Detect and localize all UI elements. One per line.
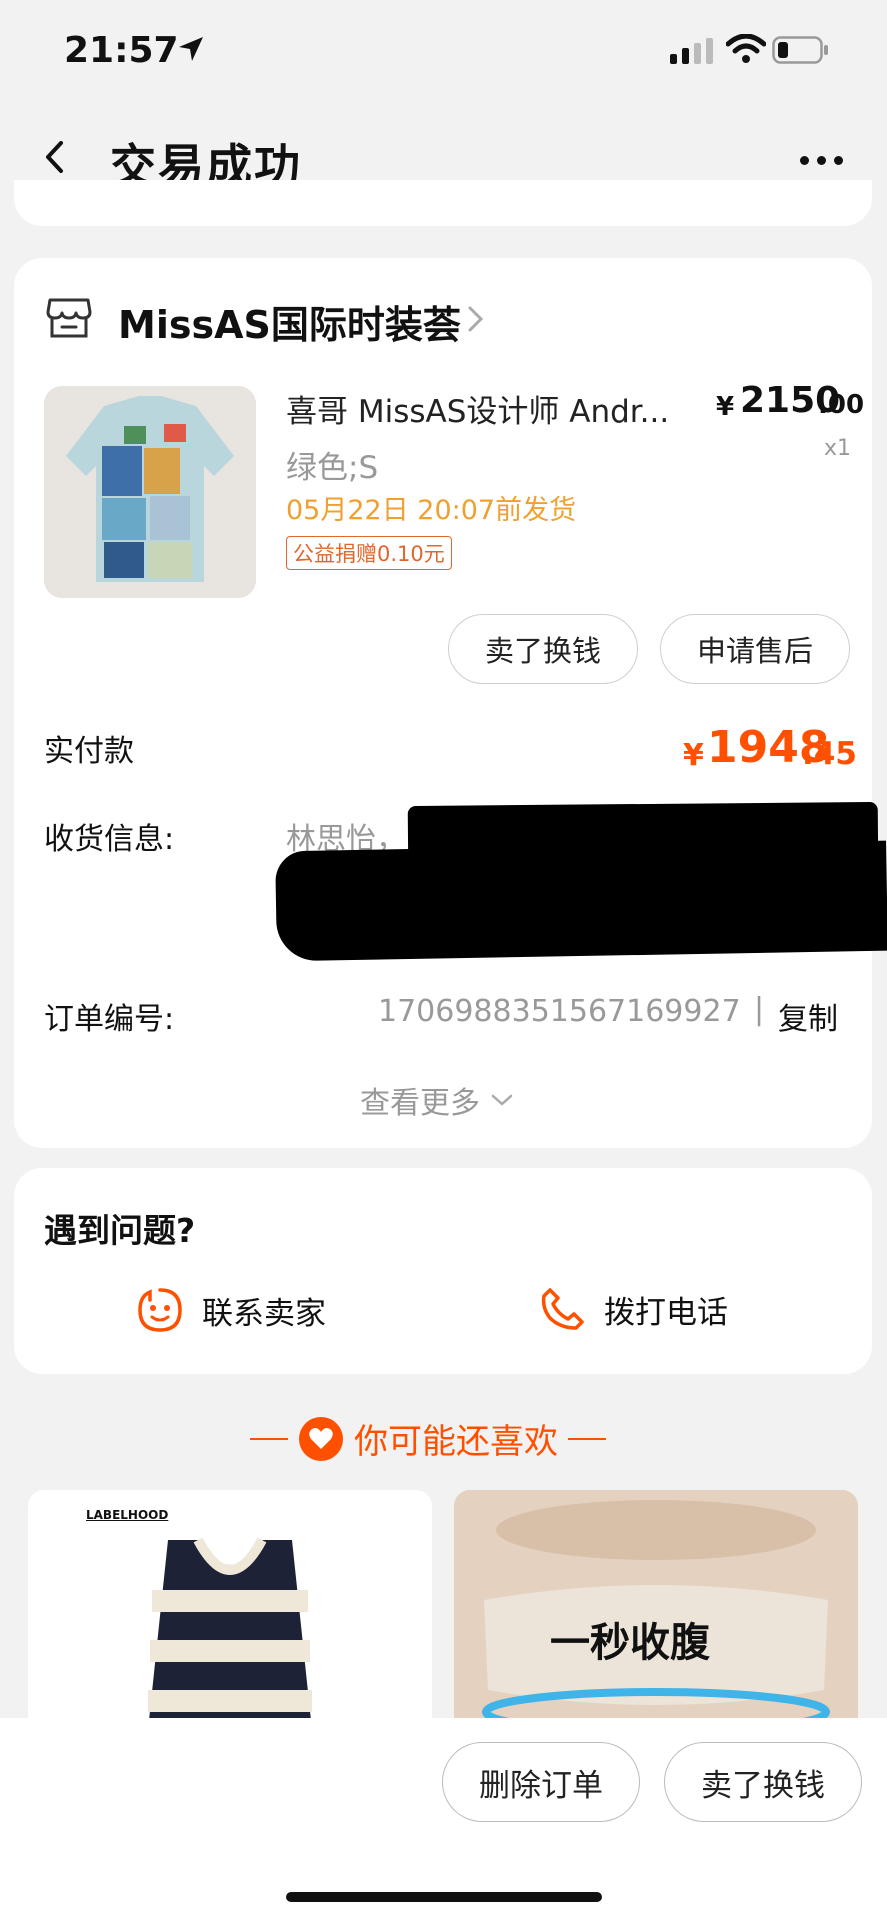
ship-time: 05月22日 20:07前发货 <box>286 495 577 526</box>
store-name-link[interactable]: MissAS国际时装荟 <box>118 294 461 349</box>
see-more-button[interactable]: 查看更多 <box>360 1078 514 1122</box>
order-number: 1706988351567169927 <box>378 994 741 1029</box>
decor-line-right <box>568 1437 606 1440</box>
sell-for-cash-bottom-button[interactable]: 卖了换钱 <box>664 1742 862 1822</box>
chevron-right-icon[interactable] <box>466 304 486 334</box>
product-quantity: x1 <box>824 436 852 461</box>
more-dot-icon <box>817 155 826 165</box>
issue-title: 遇到问题? <box>44 1211 196 1250</box>
back-button[interactable] <box>34 132 74 182</box>
recommend-item[interactable]: 一秒收腹 <box>454 1490 858 1730</box>
after-sale-button[interactable]: 申请售后 <box>660 614 850 684</box>
chevron-left-icon <box>46 141 63 173</box>
cellular-signal-icon <box>670 38 713 64</box>
call-phone-button[interactable]: 拨打电话 <box>540 1286 728 1332</box>
see-more-label: 查看更多 <box>360 1086 480 1121</box>
previous-card-edge <box>14 180 872 226</box>
recommend-title: 你可能还喜欢 <box>354 1422 558 1462</box>
store-icon <box>46 298 92 338</box>
more-options-button[interactable] <box>800 150 850 170</box>
location-arrow-icon <box>179 37 203 61</box>
vest-thumbnail-icon <box>148 1537 312 1730</box>
delete-order-button[interactable]: 删除订单 <box>442 1742 640 1822</box>
heart-icon <box>299 1416 343 1461</box>
battery-icon <box>772 36 828 64</box>
status-time: 21:57 <box>64 30 179 71</box>
redaction-mark <box>275 840 887 962</box>
home-indicator <box>286 1892 602 1902</box>
item-brand-label: LABELHOOD <box>86 1508 169 1522</box>
paid-decimal: .45 <box>802 736 857 772</box>
contact-seller-label: 联系卖家 <box>202 1295 326 1332</box>
decor-line-left <box>250 1437 288 1440</box>
wifi-icon <box>726 34 766 63</box>
chat-face-icon <box>138 1288 182 1332</box>
phone-icon <box>541 1288 584 1330</box>
call-phone-label: 拨打电话 <box>604 1294 728 1331</box>
shirt-thumbnail-icon <box>44 386 256 598</box>
price-decimal: .00 <box>818 390 865 420</box>
price-symbol: ¥ <box>716 392 735 422</box>
address-label: 收货信息: <box>44 822 175 857</box>
recommend-header: 你可能还喜欢 <box>250 1414 606 1463</box>
order-number-label: 订单编号: <box>44 1002 175 1037</box>
charity-badge: 公益捐赠0.10元 <box>286 536 452 570</box>
more-dot-icon <box>834 155 843 165</box>
product-image[interactable] <box>44 386 256 598</box>
paid-label: 实付款 <box>44 734 134 769</box>
chevron-down-icon <box>491 1094 513 1106</box>
recommend-item[interactable]: LABELHOOD <box>28 1490 432 1730</box>
item-promo-text: 一秒收腹 <box>550 1620 710 1666</box>
product-sku: 绿色;S <box>286 450 379 486</box>
copy-order-number-button[interactable]: 复制 <box>778 994 838 1038</box>
paid-symbol: ¥ <box>683 738 704 773</box>
more-dot-icon <box>800 155 809 165</box>
product-title[interactable]: 喜哥 MissAS设计师 Andr... <box>286 386 686 431</box>
contact-seller-button[interactable]: 联系卖家 <box>136 1286 326 1334</box>
issue-card <box>14 1168 872 1374</box>
sell-for-cash-button[interactable]: 卖了换钱 <box>448 614 638 684</box>
order-separator: | <box>754 992 765 1027</box>
